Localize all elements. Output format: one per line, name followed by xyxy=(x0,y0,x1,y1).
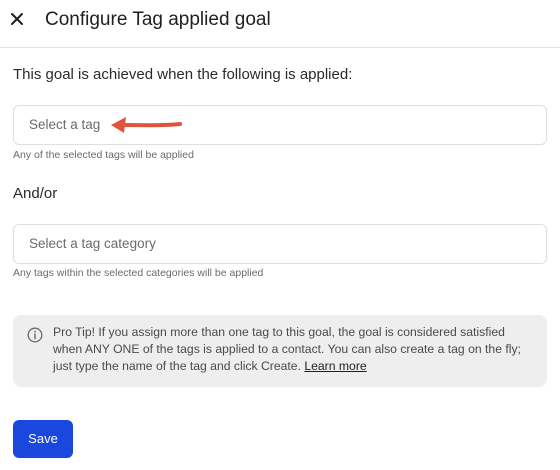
pro-tip-box: Pro Tip! If you assign more than one tag… xyxy=(13,315,547,387)
info-icon xyxy=(27,327,43,343)
tag-select-placeholder: Select a tag xyxy=(29,117,101,132)
learn-more-link[interactable]: Learn more xyxy=(304,359,366,373)
save-button[interactable]: Save xyxy=(13,420,73,458)
dialog-title: Configure Tag applied goal xyxy=(45,9,271,30)
pro-tip-body: Pro Tip! If you assign more than one tag… xyxy=(53,325,521,373)
tag-select[interactable]: Select a tag xyxy=(13,105,547,145)
tag-select-hint: Any of the selected tags will be applied xyxy=(13,149,194,161)
close-icon[interactable] xyxy=(9,8,27,30)
tag-category-select-placeholder: Select a tag category xyxy=(29,236,156,251)
goal-intro-text: This goal is achieved when the following… xyxy=(13,66,353,83)
tag-category-select-hint: Any tags within the selected categories … xyxy=(13,267,264,279)
annotation-arrow xyxy=(111,117,182,133)
andor-label: And/or xyxy=(13,185,58,202)
dialog-header: Configure Tag applied goal xyxy=(0,0,560,48)
pro-tip-text: Pro Tip! If you assign more than one tag… xyxy=(53,324,533,375)
tag-category-select[interactable]: Select a tag category xyxy=(13,224,547,264)
